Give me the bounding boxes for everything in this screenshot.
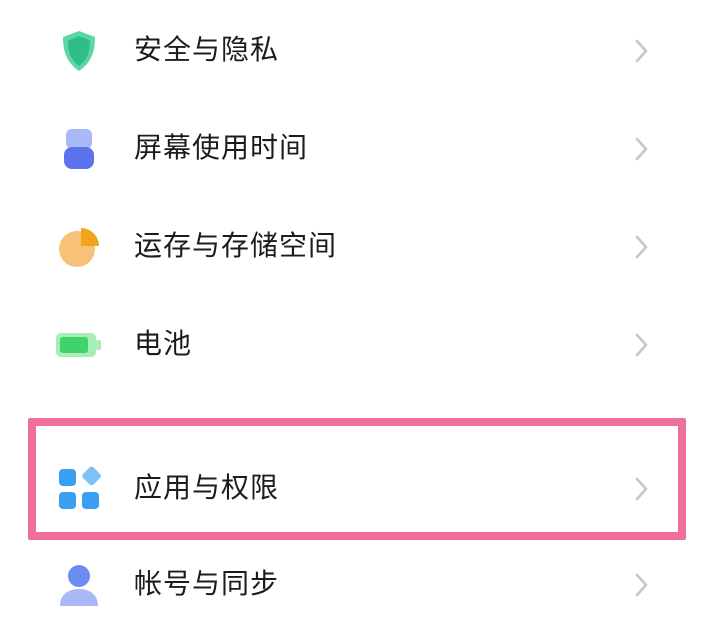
chevron-right-icon: [629, 38, 653, 64]
account-icon: [56, 562, 102, 608]
settings-item-memory-storage[interactable]: 运存与存储空间: [0, 198, 705, 294]
hourglass-icon: [56, 126, 102, 172]
settings-item-label: 应用与权限: [134, 471, 280, 504]
battery-icon: [56, 322, 102, 368]
chevron-right-icon: [629, 136, 653, 162]
chevron-right-icon: [629, 332, 653, 358]
settings-item-label: 运存与存储空间: [134, 229, 338, 262]
settings-item-label: 屏幕使用时间: [134, 131, 309, 164]
settings-item-battery[interactable]: 电池: [0, 296, 705, 392]
settings-item-label: 电池: [134, 327, 193, 360]
settings-item-label: 帐号与同步: [134, 567, 280, 600]
settings-item-screen-time[interactable]: 屏幕使用时间: [0, 100, 705, 196]
chevron-right-icon: [629, 572, 653, 598]
pie-chart-icon: [56, 224, 102, 270]
settings-list: 安全与隐私 屏幕使用时间 运存与存储空间 电池 应用与权限 帐号与同步: [0, 0, 705, 610]
apps-grid-icon: [56, 466, 102, 512]
chevron-right-icon: [629, 234, 653, 260]
chevron-right-icon: [629, 476, 653, 502]
settings-item-account-sync[interactable]: 帐号与同步: [0, 536, 705, 632]
settings-item-security-privacy[interactable]: 安全与隐私: [0, 2, 705, 98]
shield-icon: [56, 28, 102, 74]
settings-item-apps-permissions[interactable]: 应用与权限: [0, 440, 705, 536]
settings-item-label: 安全与隐私: [134, 33, 280, 66]
